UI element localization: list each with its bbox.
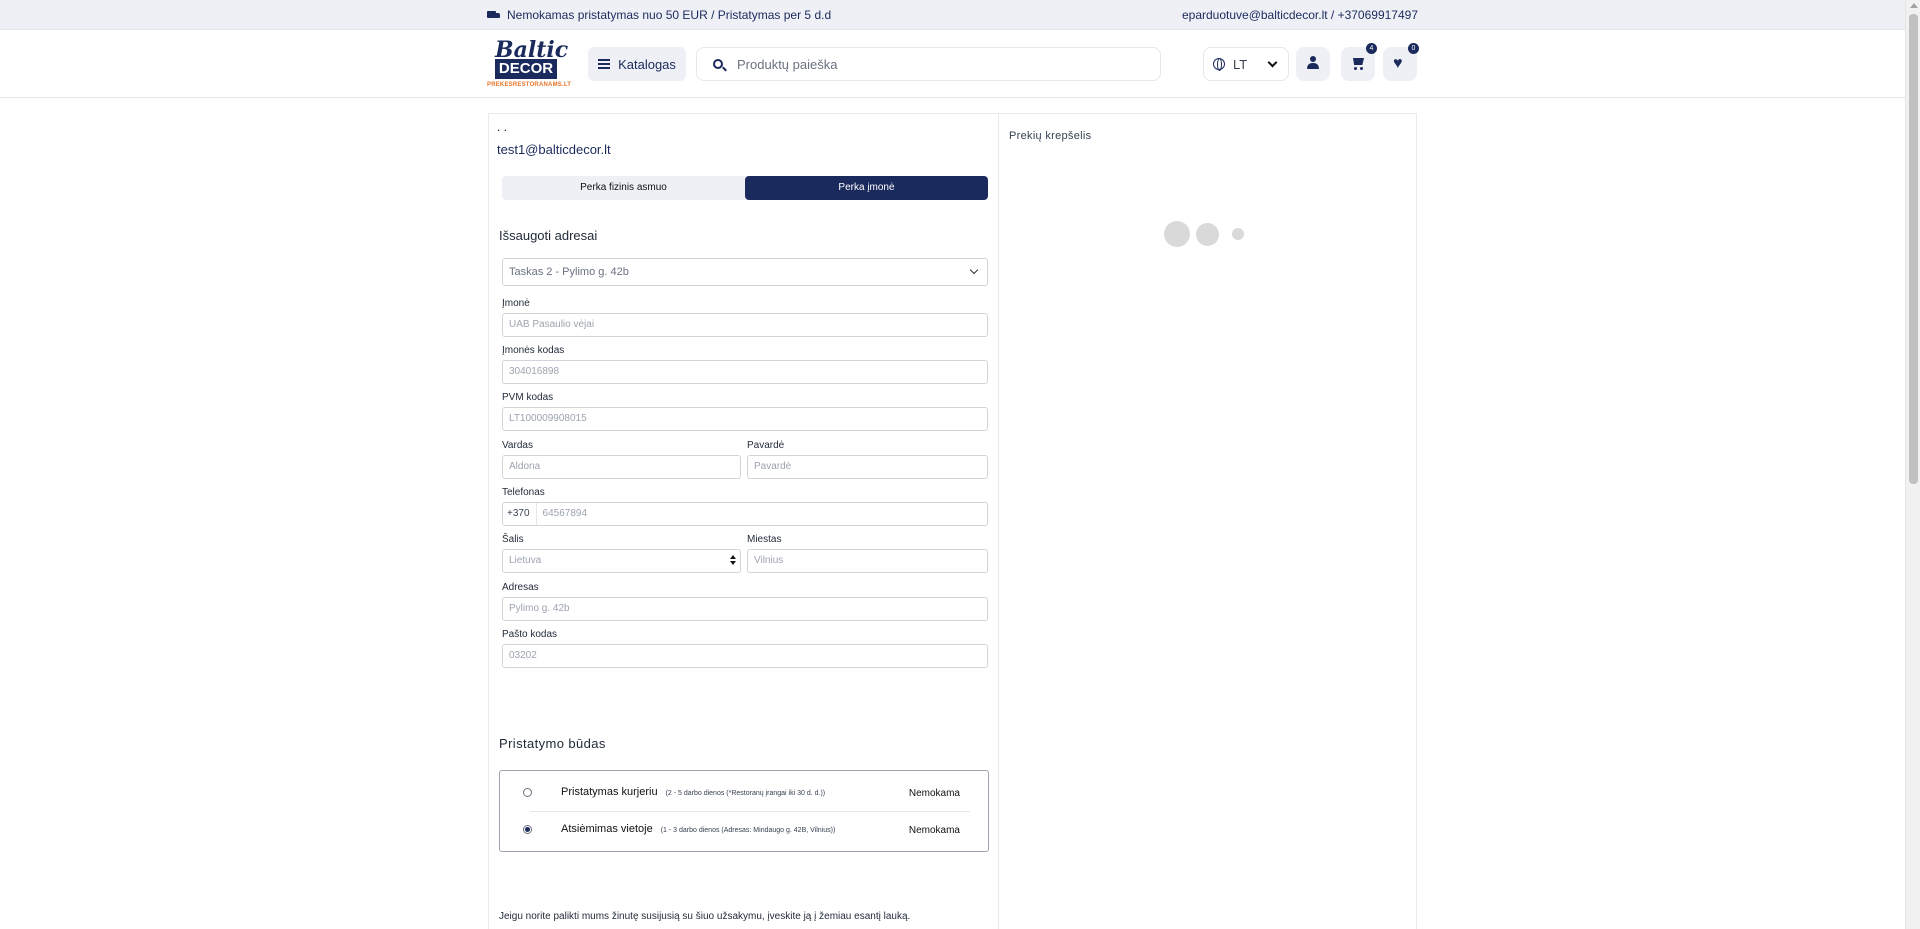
tab-company[interactable]: Perka įmonė [745,176,988,200]
scrollbar-thumb[interactable] [1909,14,1918,484]
search-input[interactable] [737,56,1117,72]
phone-field[interactable]: +370 64567894 [502,502,988,526]
truck-icon [487,10,501,20]
wishlist-button[interactable]: ♥ 0 [1383,43,1419,81]
select-arrows-icon [730,555,736,567]
customer-name: . . [497,120,508,134]
postcode-label: Pašto kodas [502,629,558,640]
company-label: Įmonė [502,298,530,309]
courier-price: Nemokama [908,788,960,799]
cart-button[interactable]: 4 [1341,43,1377,81]
saved-address-select[interactable]: Taskas 2 - Pylimo g. 42b [502,258,988,286]
chevron-down-icon [969,265,979,275]
heart-icon: ♥ [1393,55,1403,72]
phone-value: 64567894 [542,508,588,519]
saved-address-value: Taskas 2 - Pylimo g. 42b [509,266,629,278]
pickup-price: Nemokama [908,825,960,836]
postcode-field[interactable]: 03202 [502,644,988,668]
first-name-field[interactable]: Aldona [502,455,741,479]
vat-code-field[interactable]: LT100009908015 [502,407,988,431]
account-button[interactable] [1296,47,1330,81]
site-logo[interactable]: Baltic DECOR PREKESRESTORANAMS.LT [487,37,571,91]
menu-icon [598,59,611,69]
site-header: Baltic DECOR PREKESRESTORANAMS.LT Katalo… [0,30,1905,98]
vat-code-label: PVM kodas [502,392,554,403]
delivery-option-pickup[interactable]: Atsiėmimas vietoje (1 - 3 darbo dienos (A… [500,811,970,848]
pickup-note: (1 - 3 darbo dienos (Adresas: Mindaugo g… [660,827,836,834]
catalog-button[interactable]: Katalogas [588,47,686,81]
language-value: LT [1233,56,1248,72]
saved-addresses-title: Išsaugoti adresai [499,228,598,243]
shipping-info: Nemokamas pristatymas nuo 50 EUR / Prist… [487,8,831,22]
phone-label: Telefonas [502,487,545,498]
buyer-type-toggle: Perka fizinis asmuo Perka įmonė [502,176,988,200]
checkout-form-panel: . . test1@balticdecor.lt Perka fizinis a… [488,113,999,929]
country-select[interactable]: Lietuva [502,549,741,573]
phone-prefix: +370 [507,503,537,525]
delivery-option-name: Atsiėmimas vietoje (1 - 3 darbo dienos (A… [561,823,835,835]
pickup-name: Atsiėmimas vietoje [561,823,653,835]
wishlist-count-badge: 0 [1408,43,1419,54]
catalog-label: Katalogas [618,56,676,72]
shipping-text: Nemokamas pristatymas nuo 50 EUR / Prist… [507,8,832,22]
company-code-label: Įmonės kodas [502,345,565,356]
delivery-method-title: Pristatymo būdas [499,736,606,751]
delivery-option-courier[interactable]: Pristatymas kurjeriu (2 - 5 darbo dienos … [500,774,970,811]
company-code-field[interactable]: 304016898 [502,360,988,384]
last-name-label: Pavardė [747,440,785,451]
loader-dot [1232,228,1244,240]
courier-name: Pristatymas kurjeriu [561,786,658,798]
logo-word-decor: DECOR [495,59,557,79]
page-scrollbar[interactable] [1905,0,1920,929]
delivery-options: Pristatymas kurjeriu (2 - 5 darbo dienos … [499,770,989,852]
last-name-field[interactable]: Pavardė [747,455,988,479]
pickup-radio[interactable] [523,825,532,834]
address-label: Adresas [502,582,539,593]
search-icon[interactable] [713,59,723,69]
courier-note: (2 - 5 darbo dienos (*Restoranų įrangai … [665,790,826,797]
scroll-up-icon[interactable] [1910,3,1918,8]
address-field[interactable]: Pylimo g. 42b [502,597,988,621]
cart-panel-title: Prekių krepšelis [1009,130,1092,142]
cart-icon [1351,57,1365,71]
delivery-option-name: Pristatymas kurjeriu (2 - 5 darbo dienos … [561,786,825,798]
contact-info[interactable]: eparduotuve@balticdecor.lt / +3706991749… [1182,8,1418,22]
cart-count-badge: 4 [1366,43,1377,54]
courier-radio[interactable] [523,788,532,797]
customer-email: test1@balticdecor.lt [497,142,611,157]
search-bar [696,47,1161,81]
logo-tagline: PREKESRESTORANAMS.LT [487,82,572,88]
globe-icon [1213,58,1225,71]
top-info-bar: Nemokamas pristatymas nuo 50 EUR / Prist… [0,0,1905,30]
order-note-instruction: Jeigu norite palikti mums žinutę susijus… [499,911,911,922]
cart-summary-panel: Prekių krepšelis [999,113,1417,929]
chevron-down-icon [1267,57,1278,68]
company-field[interactable]: UAB Pasaulio vėjai [502,313,988,337]
loader-dot [1196,223,1219,246]
user-icon [1307,56,1319,70]
loader-dot [1164,221,1190,247]
country-label: Šalis [502,534,524,545]
country-value: Lietuva [509,555,542,566]
tab-private-person[interactable]: Perka fizinis asmuo [502,176,745,200]
language-select[interactable]: LT [1203,47,1289,81]
city-field[interactable]: Vilnius [747,549,988,573]
first-name-label: Vardas [502,440,533,451]
city-label: Miestas [747,534,782,545]
